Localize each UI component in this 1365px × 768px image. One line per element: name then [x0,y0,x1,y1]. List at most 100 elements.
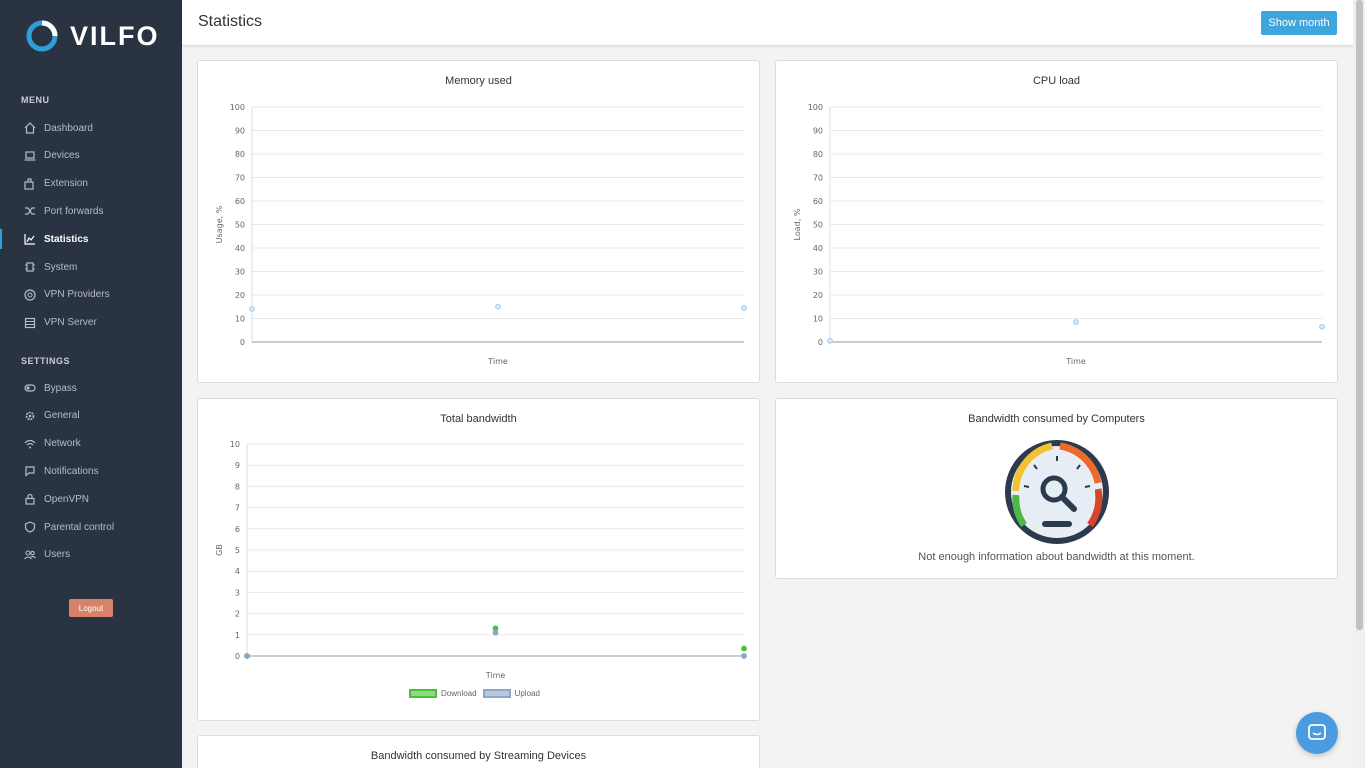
chip-icon [24,261,36,273]
y-tick-label: 80 [235,150,245,159]
sidebar-item-port-forwards[interactable]: Port forwards [0,199,182,223]
y-tick-label: 5 [235,546,240,555]
computers-card: Bandwidth consumed by Computers Not enou… [775,398,1338,579]
sidebar-item-notifications[interactable]: Notifications [0,459,182,483]
chart-icon [24,233,36,245]
sidebar-item-label: OpenVPN [44,493,90,505]
y-tick-label: 60 [813,197,823,206]
sidebar-item-label: Users [44,549,71,561]
laptop-icon [24,150,36,162]
logout-button[interactable]: Logout [69,599,113,617]
y-tick-label: 100 [808,103,823,112]
data-point[interactable] [1319,323,1325,330]
data-point[interactable] [244,653,250,659]
sidebar-item-label: Extension [44,178,88,190]
brand-logo[interactable]: VILFO [26,20,160,52]
data-point[interactable] [741,305,747,311]
y-tick-label: 7 [235,504,240,513]
sidebar-item-statistics[interactable]: Statistics [0,227,182,251]
bandwidth-card: Total bandwidth 0 1 2 3 4 5 6 7 8 9 10 Time GB Downl… [197,398,760,721]
y-tick-label: 2 [235,610,240,619]
memory-chart: 0 10 20 30 40 50 60 70 80 90 100 Time Usage, % [215,103,747,366]
y-tick-label: 100 [230,103,245,112]
sidebar-item-system[interactable]: System [0,255,182,279]
no-data-message: Not enough information about bandwidth a… [918,551,1195,563]
brand-name: VILFO [70,20,160,51]
sidebar-item-network[interactable]: Network [0,432,182,456]
y-tick-label: 30 [235,268,245,277]
sidebar-item-label: VPN Providers [44,289,110,301]
data-point[interactable] [1073,319,1079,325]
data-point[interactable] [741,653,747,659]
cpu-card: CPU load 0 10 20 30 40 50 60 70 80 90 100 Time Load,… [775,60,1338,383]
sidebar-item-parental-control[interactable]: Parental control [0,515,182,539]
bandwidth-legend: Download Upload [409,689,540,699]
sidebar-item-bypass[interactable]: Bypass [0,376,182,400]
sidebar-item-label: VPN Server [44,317,97,329]
gear-icon [24,410,36,422]
scrollbar-thumb[interactable] [1356,0,1363,630]
sidebar-item-dashboard[interactable]: Dashboard [0,116,182,140]
legend-download[interactable]: Download [409,689,477,699]
y-tick-label: 80 [813,150,823,159]
show-month-button[interactable]: Show month [1261,11,1337,35]
sidebar-item-openvpn[interactable]: OpenVPN [0,487,182,511]
sidebar-item-label: Dashboard [44,122,93,134]
streaming-card: Bandwidth consumed by Streaming Devices [197,735,760,768]
x-axis-label: Time [485,671,506,680]
y-tick-label: 90 [235,127,245,136]
sidebar-item-label: Statistics [44,233,89,245]
sidebar-item-label: Devices [44,150,80,162]
y-tick-label: 3 [235,588,240,597]
y-tick-label: 20 [235,291,245,300]
legend-upload[interactable]: Upload [482,689,540,699]
streaming-card-title: Bandwidth consumed by Streaming Devices [370,750,587,762]
sidebar-item-extension[interactable]: Extension [0,172,182,196]
y-tick-label: 8 [235,482,240,491]
home-icon [24,122,36,134]
lock-icon [24,493,36,505]
sidebar-item-label: Bypass [44,382,77,394]
data-point[interactable] [492,629,499,636]
y-tick-label: 9 [235,461,240,470]
shuffle-icon [24,205,36,217]
sidebar: VILFO MENU Dashboard Devices Extension Port… [0,0,182,768]
vpn-icon [24,289,36,301]
users-icon [24,549,36,561]
sidebar-item-devices[interactable]: Devices [0,144,182,168]
vilfo-logo-icon [26,20,58,52]
extension-icon [24,177,36,190]
y-tick-label: 70 [235,174,245,183]
data-point[interactable] [827,337,833,344]
data-point[interactable] [495,303,501,310]
y-axis-label: Load, % [793,208,802,240]
sidebar-item-label: Parental control [44,521,115,533]
sidebar-item-users[interactable]: Users [0,543,182,567]
cpu-chart: 0 10 20 30 40 50 60 70 80 90 100 Time Load, % [793,103,1325,366]
sidebar-item-label: Network [44,438,81,450]
wifi-icon [24,438,36,450]
y-tick-label: 0 [818,338,823,347]
data-point[interactable] [741,645,747,652]
y-tick-label: 10 [235,315,245,324]
y-tick-label: 50 [813,221,823,230]
y-tick-label: 10 [230,440,240,449]
y-tick-label: 0 [240,338,245,347]
page-title: Statistics [198,13,263,30]
data-point[interactable] [249,306,255,313]
support-chat-button[interactable] [1296,712,1338,754]
y-tick-label: 1 [235,631,240,640]
y-tick-label: 40 [235,244,245,253]
y-tick-label: 4 [235,567,240,576]
server-icon [24,317,36,329]
sidebar-item-general[interactable]: General [0,404,182,428]
x-axis-label: Time [1065,357,1086,366]
y-axis-label: GB [215,544,224,556]
page-scrollbar[interactable] [1353,0,1365,768]
shield-icon [24,521,36,533]
sidebar-item-label: Port forwards [44,205,104,217]
sidebar-item-label: General [44,410,80,422]
sidebar-item-vpn-server[interactable]: VPN Server [0,311,182,335]
sidebar-item-vpn-providers[interactable]: VPN Providers [0,283,182,307]
y-tick-label: 30 [813,268,823,277]
